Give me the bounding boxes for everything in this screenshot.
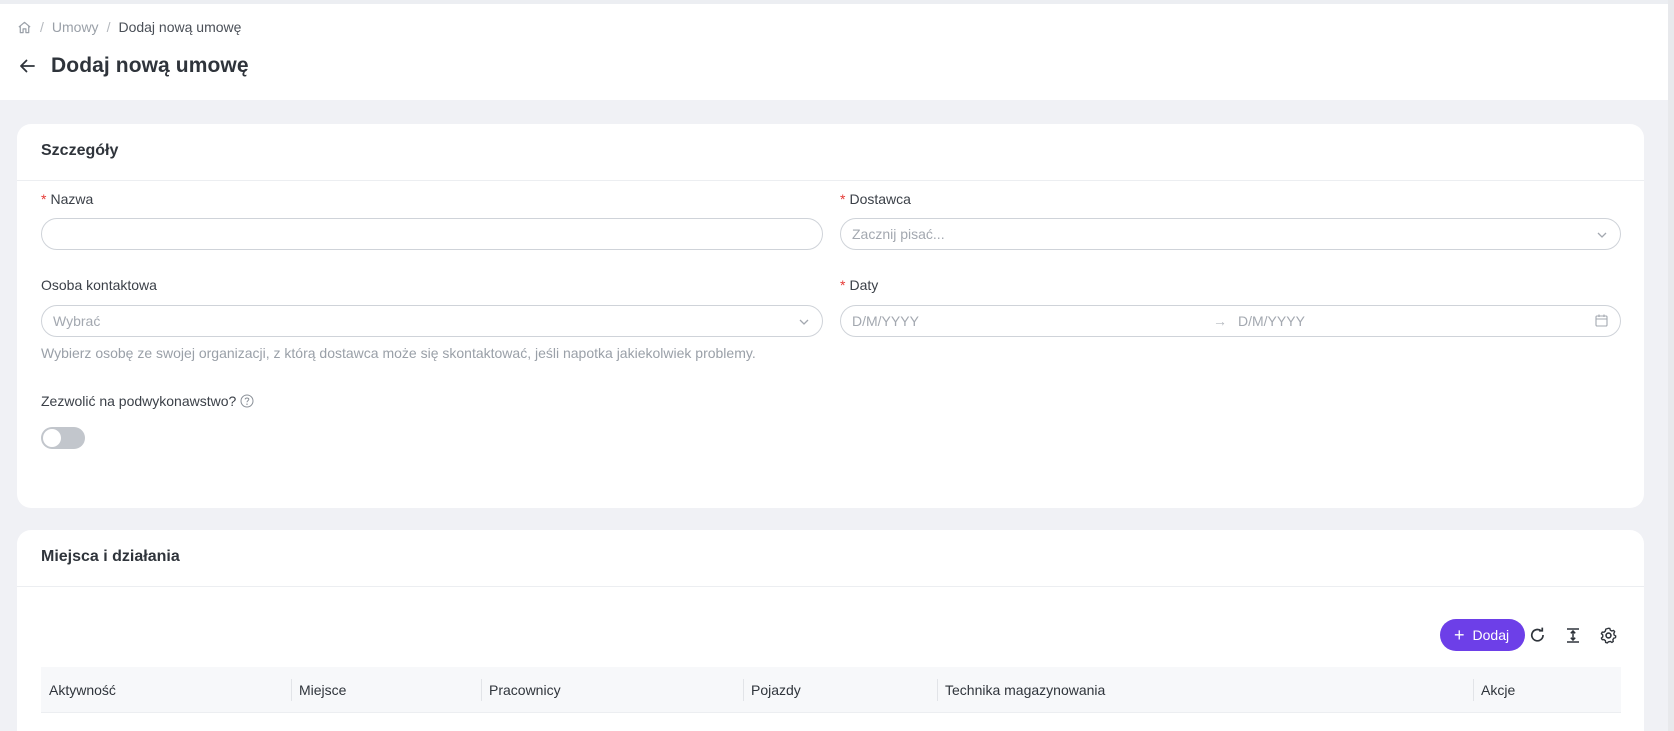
breadcrumb: / Umowy / Dodaj nową umowę bbox=[17, 19, 241, 35]
end-date-input[interactable]: D/M/YYYY bbox=[1238, 313, 1305, 329]
page-title: Dodaj nową umowę bbox=[51, 54, 249, 77]
column-header-place[interactable]: Miejsce bbox=[291, 667, 481, 712]
date-range-arrow: → bbox=[1213, 313, 1227, 329]
contact-hint: Wybierz osobę ze swojej organizacji, z k… bbox=[41, 345, 756, 361]
column-height-icon[interactable] bbox=[1562, 624, 1584, 646]
column-header-actions[interactable]: Akcje bbox=[1473, 667, 1621, 712]
subcontracting-label: Zezwolić na podwykonawstwo? bbox=[41, 393, 254, 409]
column-header-vehicles[interactable]: Pojazdy bbox=[743, 667, 937, 712]
name-label: * Nazwa bbox=[41, 191, 94, 207]
add-button-label: Dodaj bbox=[1472, 627, 1510, 643]
required-mark: * bbox=[41, 191, 47, 207]
page-header: / Umowy / Dodaj nową umowę Dodaj nową um… bbox=[0, 0, 1668, 100]
contact-placeholder: Wybrać bbox=[53, 313, 101, 329]
column-header-storage[interactable]: Technika magazynowania bbox=[937, 667, 1473, 712]
places-title: Miejsca i działania bbox=[17, 530, 1644, 587]
chevron-down-icon bbox=[798, 315, 810, 331]
dates-label: * Daty bbox=[840, 277, 879, 293]
column-header-activity[interactable]: Aktywność bbox=[41, 667, 291, 712]
arrow-left-icon[interactable] bbox=[17, 56, 37, 76]
chevron-down-icon bbox=[1596, 228, 1608, 244]
contact-label: Osoba kontaktowa bbox=[41, 277, 157, 293]
subcontracting-toggle[interactable] bbox=[41, 427, 85, 449]
breadcrumb-item-current: Dodaj nową umowę bbox=[118, 19, 242, 35]
start-date-input[interactable]: D/M/YYYY bbox=[852, 313, 919, 329]
details-title: Szczegóły bbox=[17, 124, 1644, 181]
details-card: Szczegóły * Nazwa * Dostawca Zacznij pisać… bbox=[17, 124, 1644, 508]
required-mark: * bbox=[840, 277, 846, 293]
add-button[interactable]: + Dodaj bbox=[1440, 619, 1526, 651]
gear-icon[interactable] bbox=[1597, 624, 1619, 646]
date-range-picker[interactable]: D/M/YYYY → D/M/YYYY bbox=[840, 305, 1621, 337]
toggle-knob bbox=[43, 429, 61, 447]
supplier-label: * Dostawca bbox=[840, 191, 911, 207]
name-input[interactable] bbox=[41, 218, 823, 250]
plus-icon: + bbox=[1454, 625, 1465, 645]
table-header: Aktywność Miejsce Pracownicy Pojazdy Tec… bbox=[41, 667, 1621, 713]
column-header-workers[interactable]: Pracownicy bbox=[481, 667, 743, 712]
scrollbar[interactable] bbox=[1668, 0, 1674, 731]
help-icon[interactable] bbox=[240, 394, 254, 408]
breadcrumb-separator: / bbox=[106, 19, 111, 35]
supplier-placeholder: Zacznij pisać... bbox=[852, 226, 945, 242]
home-icon[interactable] bbox=[17, 20, 32, 35]
places-card: Miejsca i działania + Dodaj Aktywność Mi… bbox=[17, 530, 1644, 731]
breadcrumb-item-umowy[interactable]: Umowy bbox=[52, 19, 99, 35]
calendar-icon bbox=[1595, 314, 1608, 330]
refresh-icon[interactable] bbox=[1526, 624, 1548, 646]
breadcrumb-separator: / bbox=[40, 19, 44, 35]
contact-select[interactable]: Wybrać bbox=[41, 305, 823, 337]
required-mark: * bbox=[840, 191, 846, 207]
supplier-select[interactable]: Zacznij pisać... bbox=[840, 218, 1621, 250]
